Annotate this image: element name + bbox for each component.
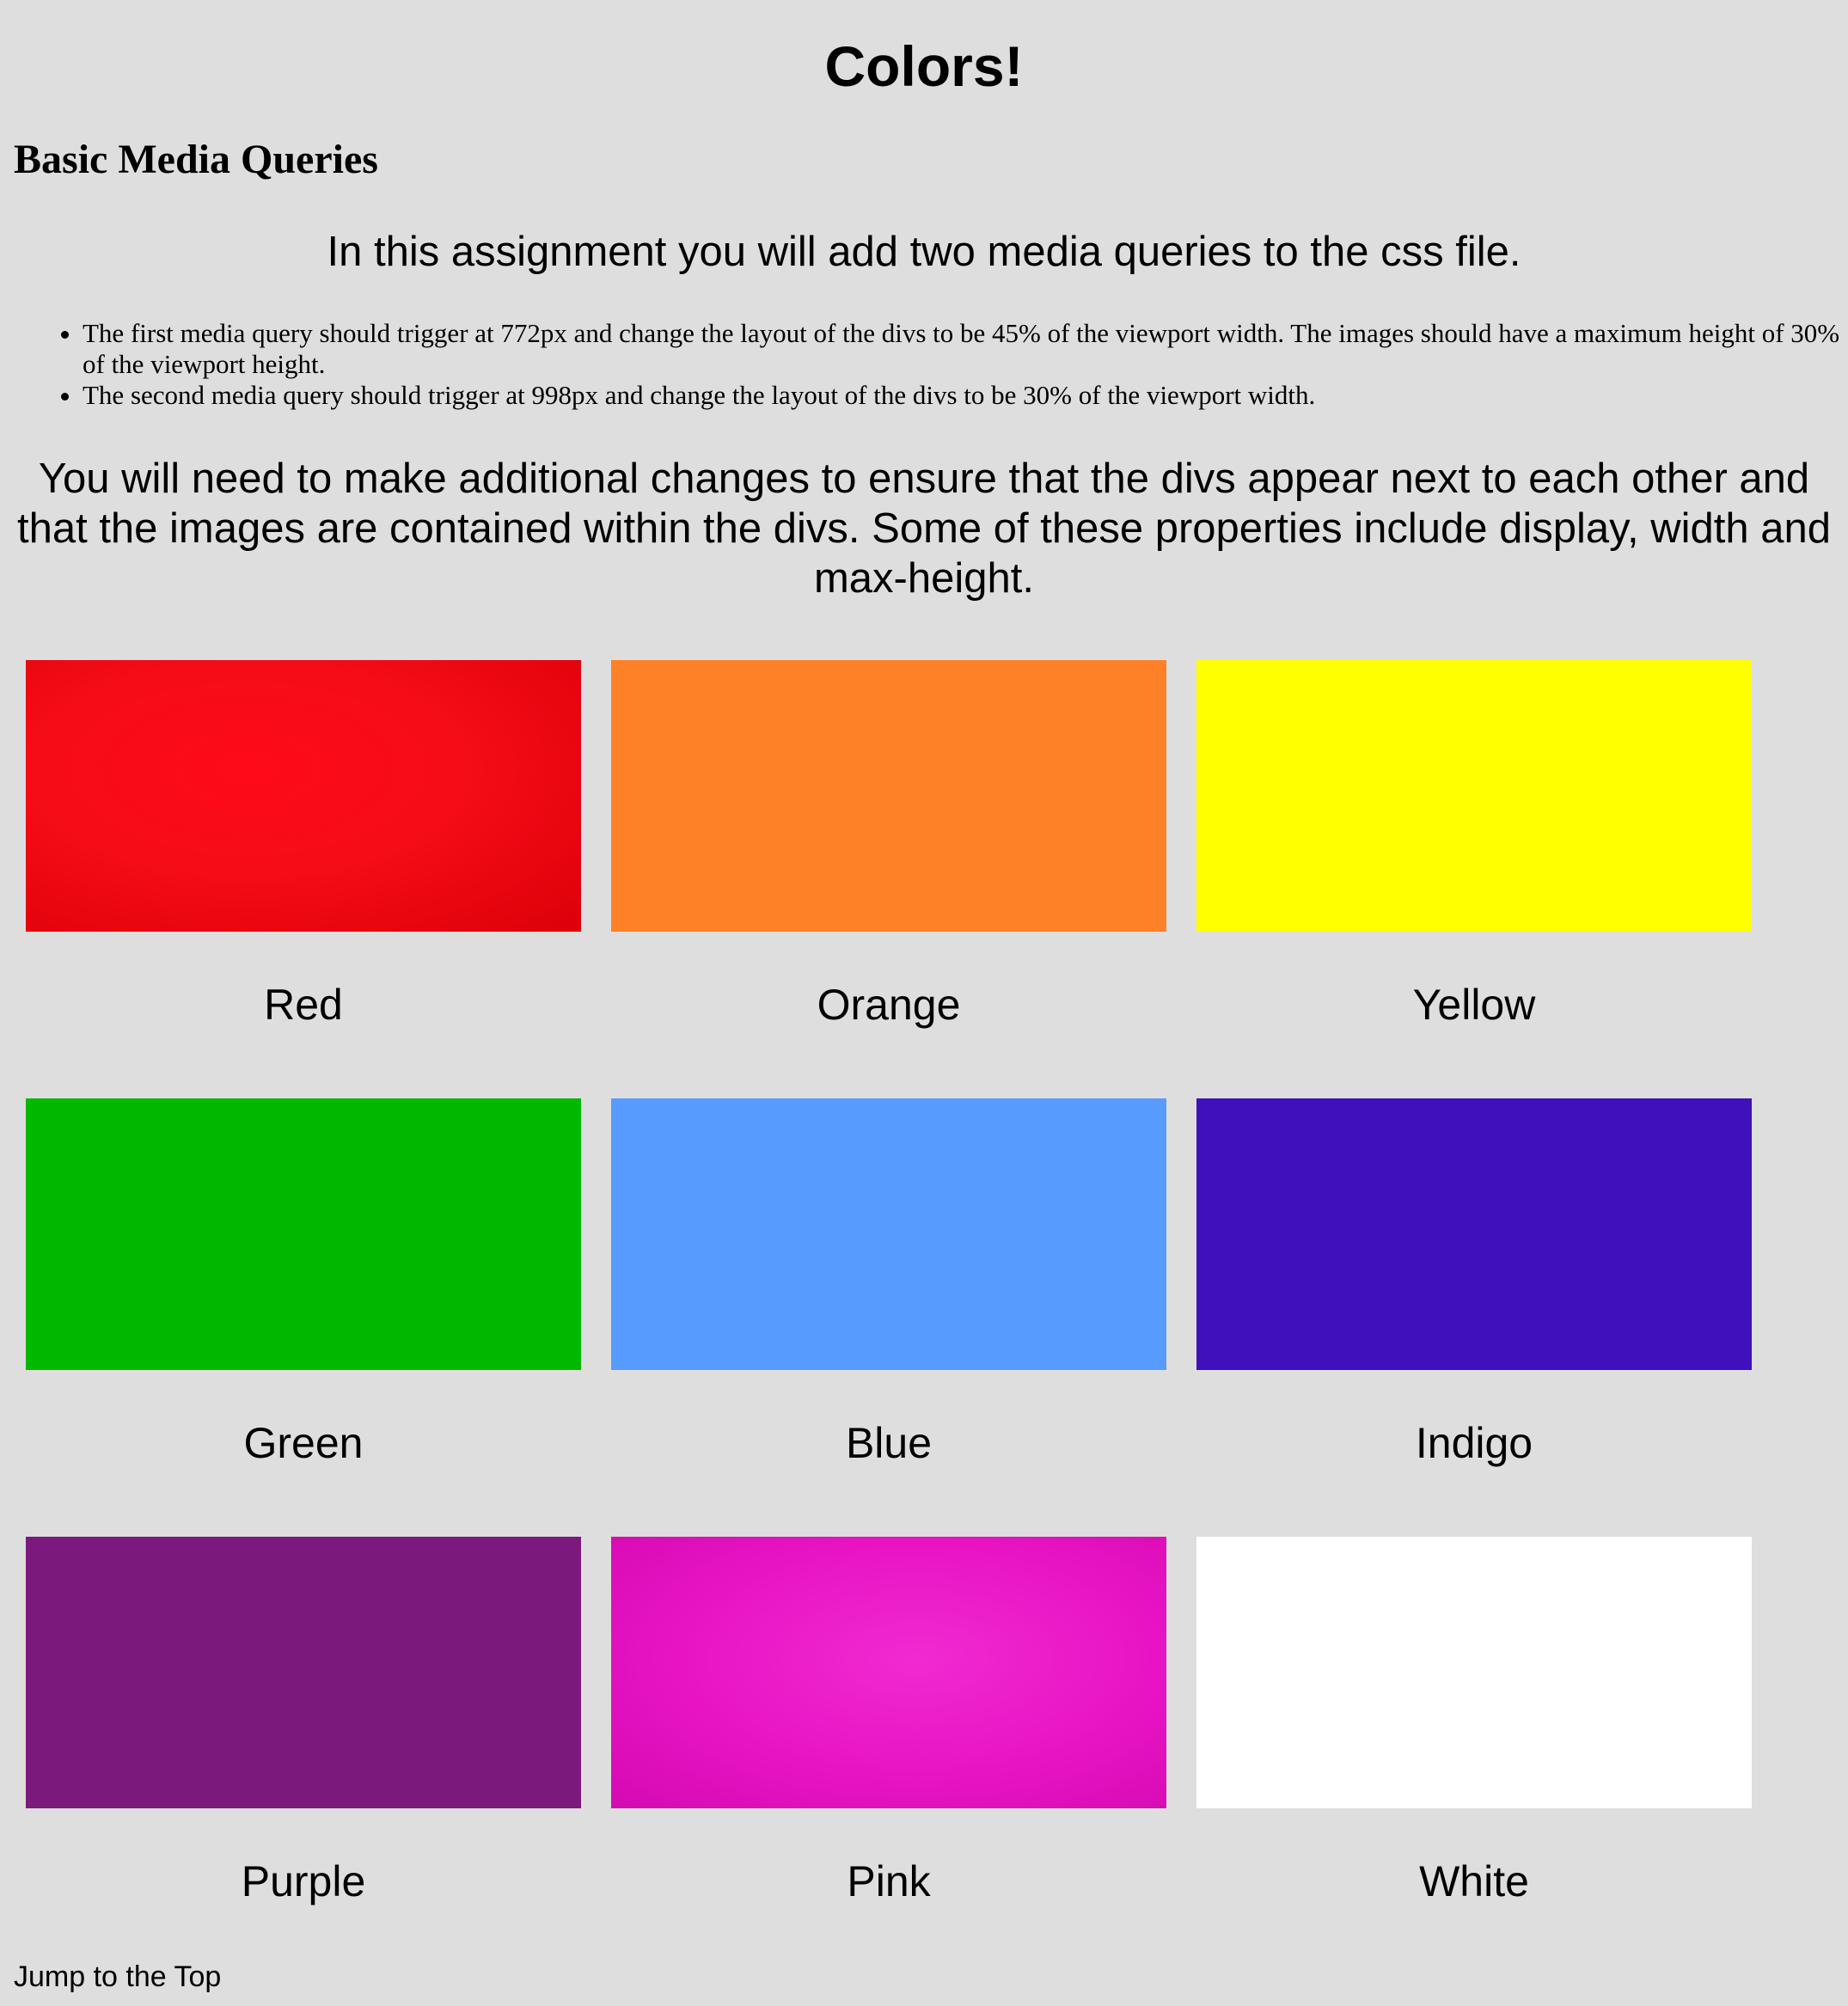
color-grid: Red Orange Yellow Green Blue Indigo Purp… [26,660,1779,1975]
color-label: Purple [241,1857,366,1905]
color-card-orange: Orange [611,660,1166,1098]
page-title: Colors! [824,34,1024,98]
requirement-item: The second media query should trigger at… [83,380,1848,411]
color-label: Indigo [1415,1419,1533,1467]
color-label: Yellow [1412,981,1536,1029]
jump-to-top-link[interactable]: Jump to the Top [14,1958,221,1996]
color-row: Green Blue Indigo [26,1098,1779,1537]
color-card-white: White [1196,1537,1752,1975]
color-card-pink: Pink [611,1537,1166,1975]
color-label: Red [264,981,343,1029]
requirement-item: The first media query should trigger at … [83,318,1848,380]
white-swatch-image [1196,1537,1752,1808]
color-label: Pink [847,1857,931,1905]
orange-swatch-image [611,660,1166,932]
color-card-green: Green [26,1098,581,1537]
indigo-swatch-image [1196,1098,1752,1370]
color-label: Blue [845,1419,933,1467]
color-row: Red Orange Yellow [26,660,1779,1098]
pink-swatch-image [611,1537,1166,1808]
color-row: Purple Pink White [26,1537,1779,1975]
intro-text: In this assignment you will add two medi… [327,229,1521,275]
section-heading: Basic Media Queries [14,137,378,182]
color-card-yellow: Yellow [1196,660,1752,1098]
purple-swatch-image [26,1537,581,1808]
color-card-purple: Purple [26,1537,581,1975]
color-card-blue: Blue [611,1098,1166,1537]
yellow-swatch-image [1196,660,1752,932]
color-label: Green [243,1419,364,1467]
red-swatch-image [26,660,581,932]
color-label: White [1419,1857,1529,1905]
color-card-red: Red [26,660,581,1098]
instruction-text: You will need to make additional changes… [16,456,1832,602]
color-label: Orange [817,981,961,1029]
color-card-indigo: Indigo [1196,1098,1752,1537]
blue-swatch-image [611,1098,1166,1370]
green-swatch-image [26,1098,581,1370]
requirements-list: The first media query should trigger at … [41,318,1848,411]
